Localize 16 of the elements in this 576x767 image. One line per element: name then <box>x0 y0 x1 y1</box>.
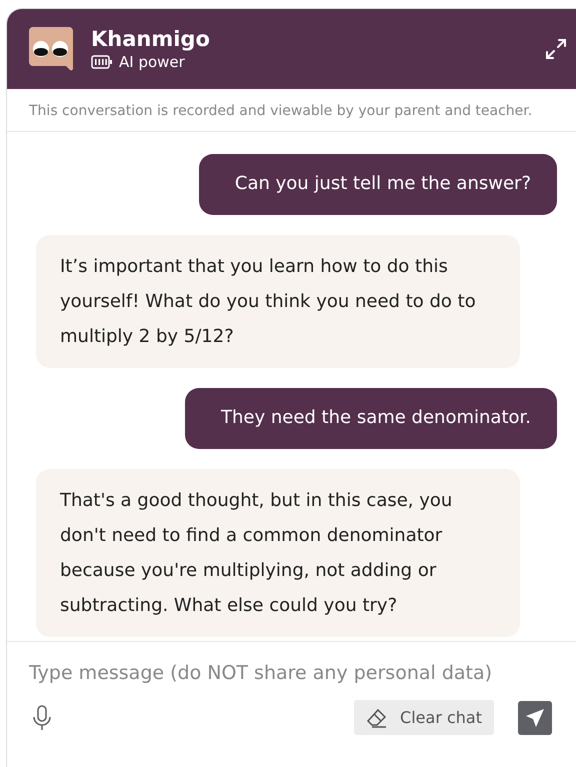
recording-notice: This conversation is recorded and viewable by your parent and teacher. <box>7 89 576 132</box>
assistant-message: It’s important that you learn how to do this yourself! What do you think you need to do to multiply 2 by 5/12? <box>36 235 520 368</box>
send-icon <box>525 708 545 728</box>
assistant-message: That's a good thought, but in this case, you don't need to find a common denominator because you're multiplying, not adding or subtracting. What else could you try? <box>36 469 520 637</box>
clear-chat-button[interactable]: Clear chat <box>354 700 494 735</box>
user-message: Can you just tell me the answer? <box>198 154 557 215</box>
user-message: They need the same denominator. <box>185 388 557 449</box>
message-input[interactable]: Type message (do NOT share any personal data) <box>29 662 555 684</box>
ai-power-label: AI power <box>119 53 185 71</box>
expand-button[interactable] <box>543 36 569 62</box>
microphone-icon[interactable] <box>33 704 51 730</box>
eraser-icon <box>366 708 388 728</box>
battery-icon <box>91 55 113 69</box>
avatar-icon <box>27 25 75 73</box>
send-button[interactable] <box>518 700 552 734</box>
chat-title: Khanmigo <box>91 27 211 51</box>
